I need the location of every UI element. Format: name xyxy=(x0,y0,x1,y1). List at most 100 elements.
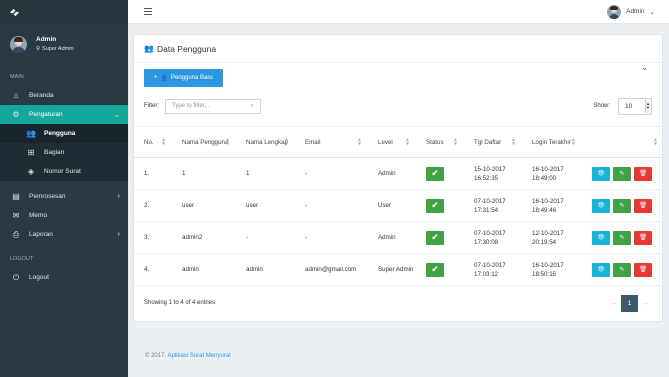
table-info: Showing 1 to 4 of 4 entries xyxy=(144,300,216,306)
cell-username: 1 xyxy=(172,157,236,190)
sidebar-user-name: Admin xyxy=(36,36,57,43)
sidebar-item-beranda[interactable]: ⌂ Beranda xyxy=(0,86,128,105)
view-button[interactable]: 👁 xyxy=(592,166,610,181)
view-button[interactable]: 👁 xyxy=(592,230,610,245)
column-header-email[interactable]: Email ▲ ▼ xyxy=(295,126,368,158)
page-title: Data Pengguna xyxy=(156,43,217,54)
edit-button[interactable]: ✎ xyxy=(613,198,631,213)
page-size-select[interactable]: 10 ▲ ▼ xyxy=(618,97,652,115)
next-page-button[interactable]: → xyxy=(638,295,652,312)
footer-app-link[interactable]: Aplikasi Surat Menyurat xyxy=(167,353,230,359)
users-icon: 👥 xyxy=(26,129,36,138)
column-header-fullname[interactable]: Nama Lengkap ▲ ▼ xyxy=(236,126,295,158)
cell-no: 3. xyxy=(134,221,172,254)
check-icon: ✔ xyxy=(426,262,444,277)
column-header-last-login[interactable]: Login Terakhir ▲ ▼ xyxy=(522,126,582,158)
menu-toggle-icon[interactable] xyxy=(144,8,152,15)
cell-email: - xyxy=(295,189,368,222)
cell-registered: 07-10-2017 17:03:12 xyxy=(464,253,522,286)
view-button[interactable]: 👁 xyxy=(592,198,610,213)
collapse-chevron-icon[interactable]: ⌄ xyxy=(641,63,648,72)
sidebar-user-panel: Admin ⚲ Super Admin xyxy=(0,24,128,64)
cell-last-login: 16-10-2017 18:50:15 xyxy=(522,253,582,286)
cell-fullname: 1 xyxy=(236,157,295,190)
cell-email: admin@gmail.com xyxy=(295,253,368,286)
filter-input[interactable]: Type to filter... ⌕ xyxy=(165,98,261,114)
cell-status: ✔ xyxy=(416,189,464,222)
table-header-row: No. ▲ ▼ Nama Pengguna ▲ ▼ Nama Lengkap ▲ ▼ Ema… xyxy=(134,126,664,158)
cell-email: - xyxy=(295,221,368,254)
column-header-level[interactable]: Level ▲ ▼ xyxy=(368,126,416,158)
top-navbar: Admin ⌄ xyxy=(128,0,669,24)
page-button[interactable]: 1 xyxy=(621,295,638,312)
user-menu[interactable]: Admin ⌄ xyxy=(607,4,655,19)
section-main-label: MAIN xyxy=(10,74,24,80)
sort-icon: ▲ ▼ xyxy=(653,137,658,147)
mail-icon: ✉ xyxy=(12,211,20,220)
prev-page-button[interactable]: ← xyxy=(607,295,621,312)
add-user-button[interactable]: + 👤 Pengguna Baru xyxy=(144,69,223,87)
sort-icon: ▲ ▼ xyxy=(357,137,362,147)
sort-icon: ▲ ▼ xyxy=(161,137,166,147)
sidebar-item-pengguna[interactable]: 👥 Pengguna xyxy=(0,124,128,143)
sidebar-user-role: ⚲ Super Admin xyxy=(36,46,74,52)
trash-icon: 🗑 xyxy=(639,170,647,177)
table-row: 3. admin2- - Admin ✔ 07-10-2017 17:30:08 12-10… xyxy=(134,221,664,254)
column-header-no[interactable]: No. ▲ ▼ xyxy=(134,126,172,158)
delete-button[interactable]: 🗑 xyxy=(634,230,652,245)
table-row: 2. user user - User ✔ 07-10-2017 17:31:54 16-10… xyxy=(134,189,664,222)
page-footer: © 2017. Aplikasi Surat Menyurat xyxy=(145,353,231,359)
edit-icon: ✎ xyxy=(619,202,625,209)
cell-fullname: - xyxy=(236,221,295,254)
cell-fullname: admin xyxy=(236,253,295,286)
eye-icon: 👁 xyxy=(597,234,605,241)
column-header-status[interactable]: Status ▲ ▼ xyxy=(416,126,464,158)
logo-icon xyxy=(9,8,20,16)
cell-level: Admin xyxy=(368,221,416,254)
map-pin-icon: ⚲ xyxy=(36,46,41,52)
show-label: Show: xyxy=(593,103,610,109)
column-header-actions[interactable]: ▲ ▼ xyxy=(582,126,664,158)
cell-level: Admin xyxy=(368,157,416,190)
column-header-registered[interactable]: Tgl Daftar ▲ ▼ xyxy=(464,126,522,158)
table-row: 4. admin admin admin@gmail.com Super Admin ✔ 0… xyxy=(134,253,664,286)
eye-icon: 👁 xyxy=(597,266,605,273)
cell-actions: 👁 ✎ 🗑 xyxy=(582,189,664,222)
cell-fullname: user xyxy=(236,189,295,222)
cell-username: admin xyxy=(172,253,236,286)
edit-button[interactable]: ✎ xyxy=(613,166,631,181)
view-button[interactable]: 👁 xyxy=(592,262,610,277)
cell-no: 1. xyxy=(134,157,172,190)
sidebar-item-laporan[interactable]: ⎙ Laporan › xyxy=(0,225,128,244)
edit-button[interactable]: ✎ xyxy=(613,230,631,245)
cell-registered: 15-10-2017 16:52:35 xyxy=(464,157,522,190)
cell-username: admin2 xyxy=(172,221,236,254)
cell-registered: 07-10-2017 17:30:08 xyxy=(464,221,522,254)
eye-icon: 👁 xyxy=(597,170,605,177)
sidebar-item-memo[interactable]: ✉ Memo xyxy=(0,206,128,225)
cell-level: User xyxy=(368,189,416,222)
users-card: 👥 Data Pengguna ⌄ + 👤 Pengguna Baru Filt… xyxy=(133,34,664,322)
edit-icon: ✎ xyxy=(619,266,625,273)
edit-button[interactable]: ✎ xyxy=(613,262,631,277)
column-header-username[interactable]: Nama Pengguna ▲ ▼ xyxy=(172,126,236,158)
document-icon: ▤ xyxy=(12,192,20,201)
submenu-pengaturan: 👥 Pengguna ⊞ Bagian ◈ Nomor Surat xyxy=(0,124,128,181)
sidebar-item-logout[interactable]: ⏻ Logout xyxy=(0,268,128,287)
delete-button[interactable]: 🗑 xyxy=(634,198,652,213)
sidebar-item-bagian[interactable]: ⊞ Bagian xyxy=(0,143,128,162)
sidebar-item-nomor-surat[interactable]: ◈ Nomor Surat xyxy=(0,162,128,181)
cell-status: ✔ xyxy=(416,221,464,254)
table-row: 1. 1 1- Admin ✔ 15-10-2017 16:52:35 16-10-2017… xyxy=(134,157,664,190)
eye-icon: 👁 xyxy=(597,202,605,209)
sidebar-item-pemrosesan[interactable]: ▤ Pemrosesan › xyxy=(0,187,128,206)
sort-icon: ▲ ▼ xyxy=(511,137,516,147)
sidebar: Admin ⚲ Super Admin MAIN ⌂ Beranda ⚙ Pen… xyxy=(0,0,128,377)
pagination: ← 1 → xyxy=(607,295,652,312)
brand-logo[interactable] xyxy=(0,0,128,24)
search-icon: ⌕ xyxy=(250,102,254,109)
delete-button[interactable]: 🗑 xyxy=(634,262,652,277)
cell-status: ✔ xyxy=(416,157,464,190)
delete-button[interactable]: 🗑 xyxy=(634,166,652,181)
sidebar-item-pengaturan[interactable]: ⚙ Pengaturan ⌄ xyxy=(0,105,128,124)
